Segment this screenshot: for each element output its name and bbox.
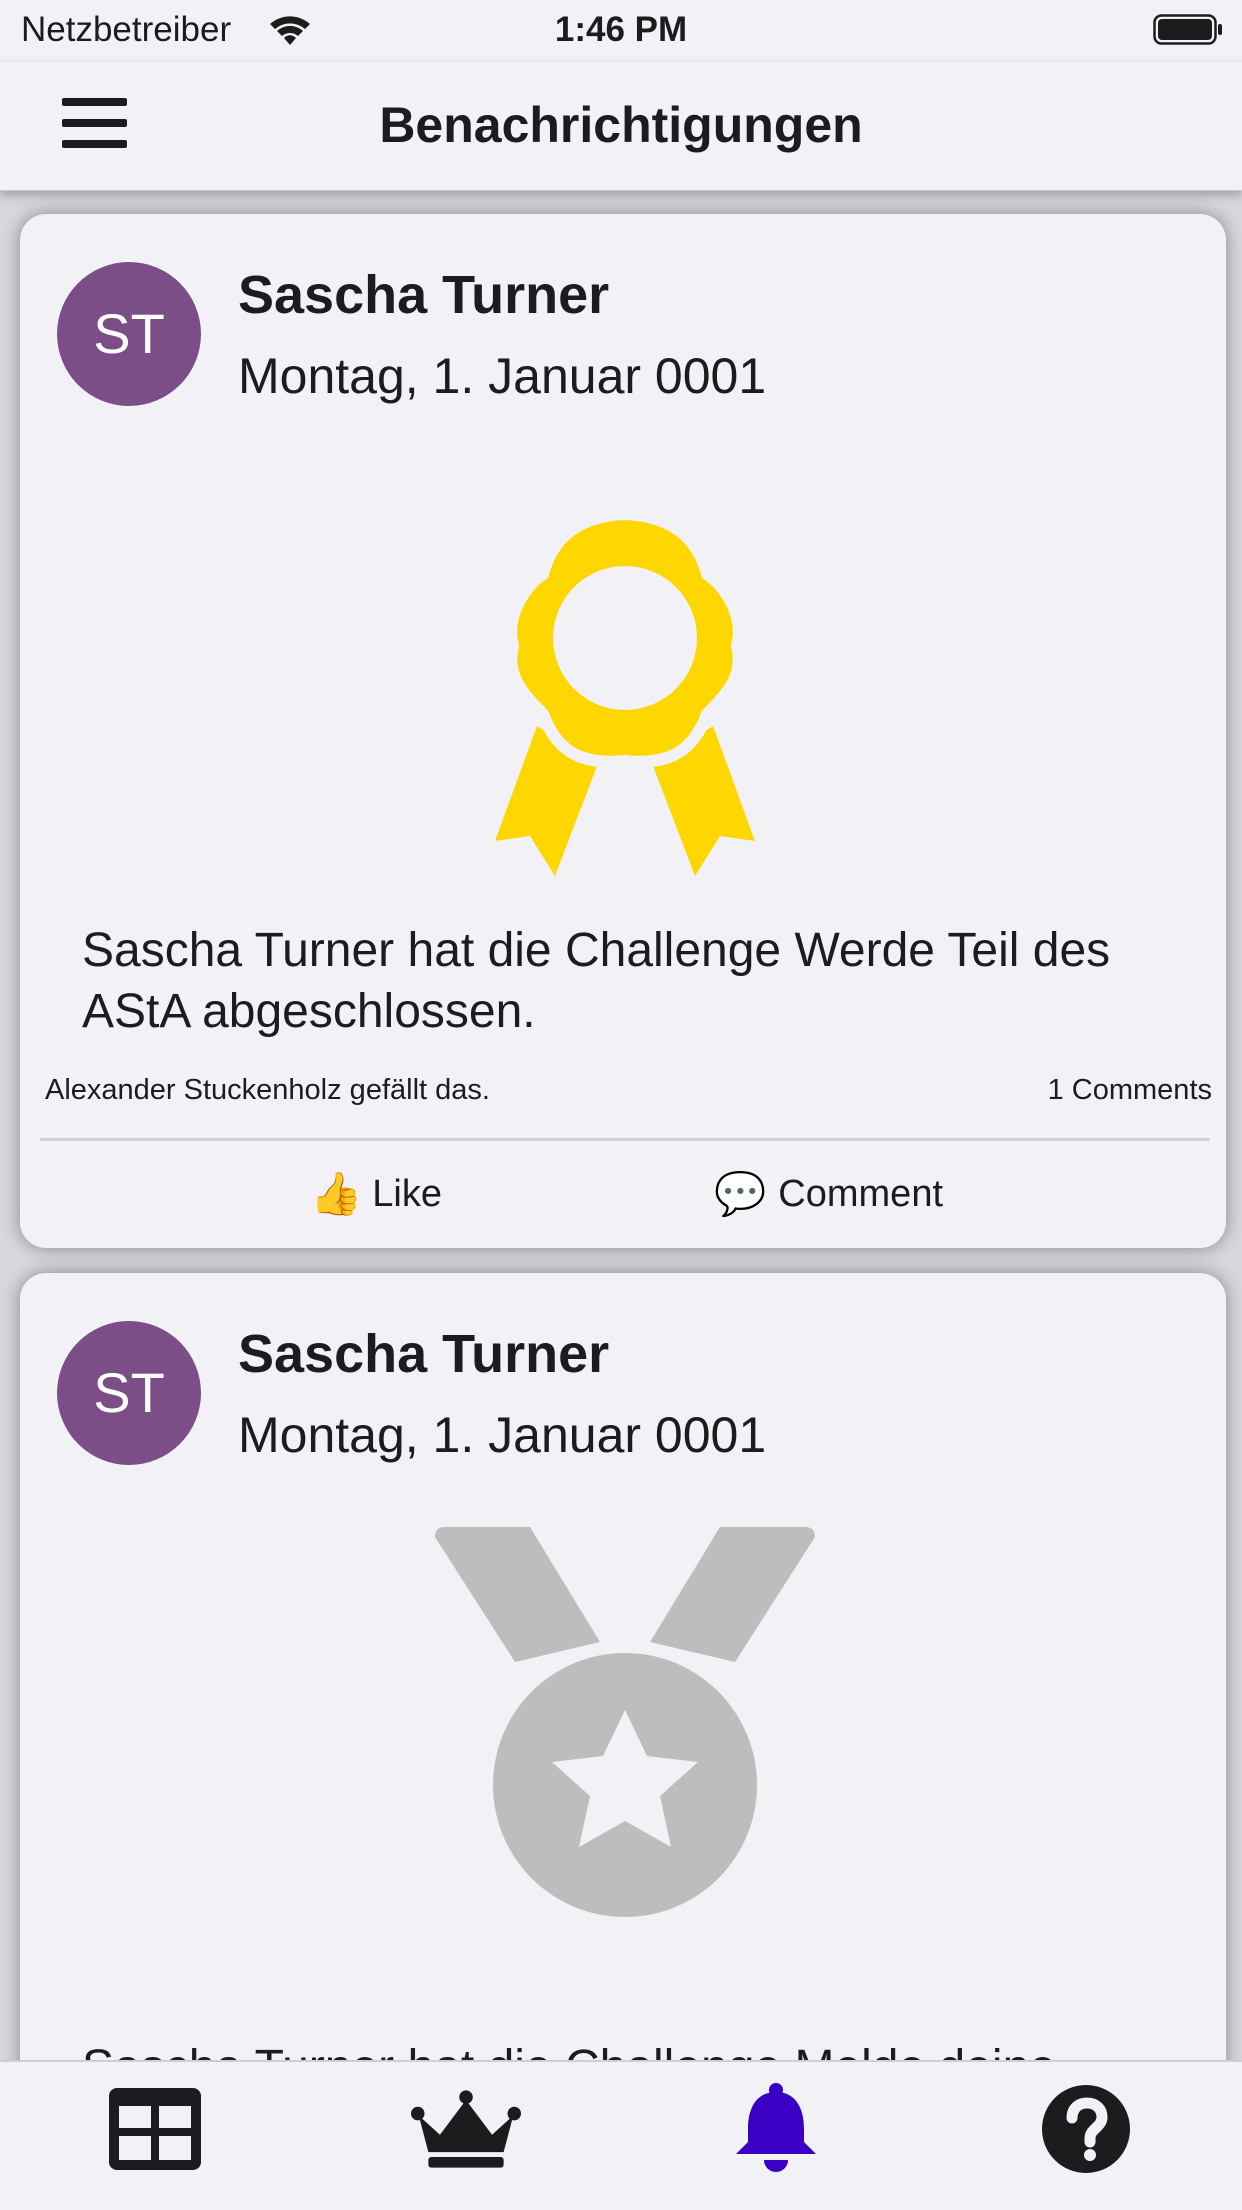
post-date: Montag, 1. Januar 0001 [238, 348, 767, 404]
avatar[interactable]: ST [57, 262, 201, 406]
likes-summary[interactable]: Alexander Stuckenholz gefällt das. [45, 1074, 490, 1107]
status-bar: Netzbetreiber 1:46 PM [0, 0, 1242, 62]
tab-help[interactable] [1031, 2074, 1141, 2184]
medal-star-icon [435, 1527, 815, 1917]
notification-feed[interactable]: ST Sascha Turner Montag, 1. Januar 0001 … [0, 190, 1242, 2060]
comment-label: Comment [778, 1172, 944, 1215]
post-date: Montag, 1. Januar 0001 [238, 1407, 767, 1463]
thumbs-up-icon: 👍 [310, 1169, 363, 1217]
page-title: Benachrichtigungen [379, 97, 863, 153]
tab-bar [0, 2060, 1242, 2210]
crown-icon [411, 2090, 521, 2168]
notification-message: Sascha Turner hat die Challenge Werde Te… [82, 924, 1111, 1038]
notification-message: Sascha Turner hat die Challenge Melde de… [82, 2037, 1192, 2060]
comments-count[interactable]: 1 Comments [1048, 1074, 1212, 1107]
divider [40, 1138, 1210, 1141]
like-label: Like [372, 1172, 443, 1215]
author-name: Sascha Turner [238, 265, 610, 325]
navigation-bar: Benachrichtigungen [0, 62, 1242, 191]
question-circle-icon [1042, 2085, 1130, 2173]
avatar[interactable]: ST [57, 1321, 201, 1465]
comment-button[interactable]: 💬 Comment [714, 1164, 974, 1224]
notification-card: ST Sascha Turner Montag, 1. Januar 0001 … [20, 214, 1226, 1248]
bell-icon [736, 2083, 816, 2172]
speech-bubble-icon: 💬 [714, 1169, 767, 1217]
tab-notifications[interactable] [721, 2074, 831, 2184]
like-button[interactable]: 👍 Like [310, 1164, 450, 1224]
author-name: Sascha Turner [238, 1324, 610, 1384]
tab-dashboard[interactable] [100, 2074, 210, 2184]
tab-ranking[interactable] [411, 2074, 521, 2184]
clock: 1:46 PM [554, 10, 688, 49]
notification-card: ST Sascha Turner Montag, 1. Januar 0001 … [20, 1273, 1226, 2060]
battery-icon [1153, 14, 1222, 45]
dashboard-grid-icon [109, 2088, 201, 2170]
award-ribbon-icon [495, 507, 755, 876]
